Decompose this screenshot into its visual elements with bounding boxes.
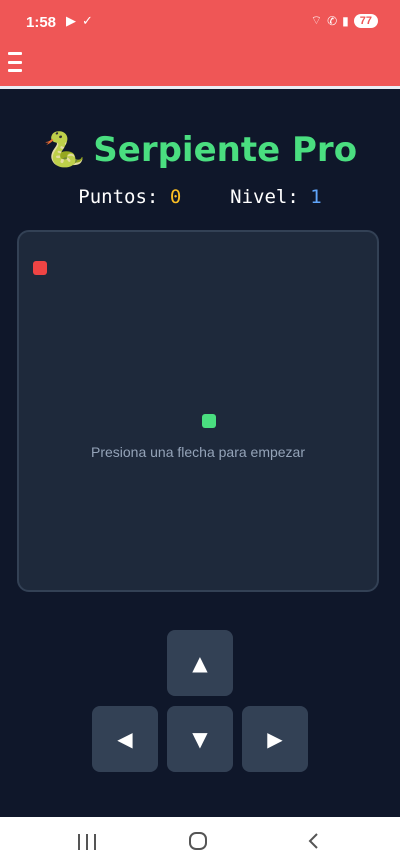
play-icon: ▶: [66, 13, 76, 28]
status-time: 1:58: [26, 14, 57, 31]
check-icon: ✓: [82, 13, 93, 28]
system-nav-bar: [0, 817, 400, 867]
food-cell: [33, 261, 47, 275]
signal-icon: ▮: [342, 13, 349, 28]
score-label: Puntos:: [78, 186, 159, 208]
recents-icon[interactable]: [78, 834, 96, 850]
title-text: Serpiente Pro: [93, 130, 358, 170]
snake-emoji-icon: 🐍: [42, 131, 86, 169]
arrow-up-button[interactable]: ▲: [167, 630, 233, 696]
app-bar-divider: [0, 86, 400, 89]
status-bar: 1:58 ▶ ✓ ⌔ ✆ ▮ 77: [0, 0, 400, 46]
game-title: 🐍 Serpiente Pro: [0, 130, 400, 170]
start-hint: Presiona una flecha para empezar: [90, 444, 306, 460]
app-screen: 1:58 ▶ ✓ ⌔ ✆ ▮ 77 🐍 Serpiente Pro Puntos:…: [0, 0, 400, 867]
hamburger-menu-icon[interactable]: [8, 52, 22, 72]
battery-badge: 77: [353, 13, 378, 28]
home-icon[interactable]: [189, 832, 207, 850]
game-stats: Puntos: 0 Nivel: 1: [0, 186, 400, 208]
app-bar: [0, 46, 400, 86]
wifi-icon: ⌔: [310, 13, 323, 27]
arrow-right-button[interactable]: ▶: [242, 706, 308, 772]
arrow-down-button[interactable]: ▼: [167, 706, 233, 772]
status-icons: ⌔ ✆ ▮ 77: [311, 13, 378, 28]
arrow-left-button[interactable]: ◀: [92, 706, 158, 772]
level-label: Nivel:: [230, 186, 299, 208]
call-icon: ✆: [327, 13, 338, 28]
game-board[interactable]: Presiona una flecha para empezar: [17, 230, 379, 592]
level-value: 1: [310, 186, 322, 208]
score-value: 0: [169, 186, 182, 208]
back-icon[interactable]: [306, 832, 320, 850]
snake-head: [202, 414, 216, 428]
